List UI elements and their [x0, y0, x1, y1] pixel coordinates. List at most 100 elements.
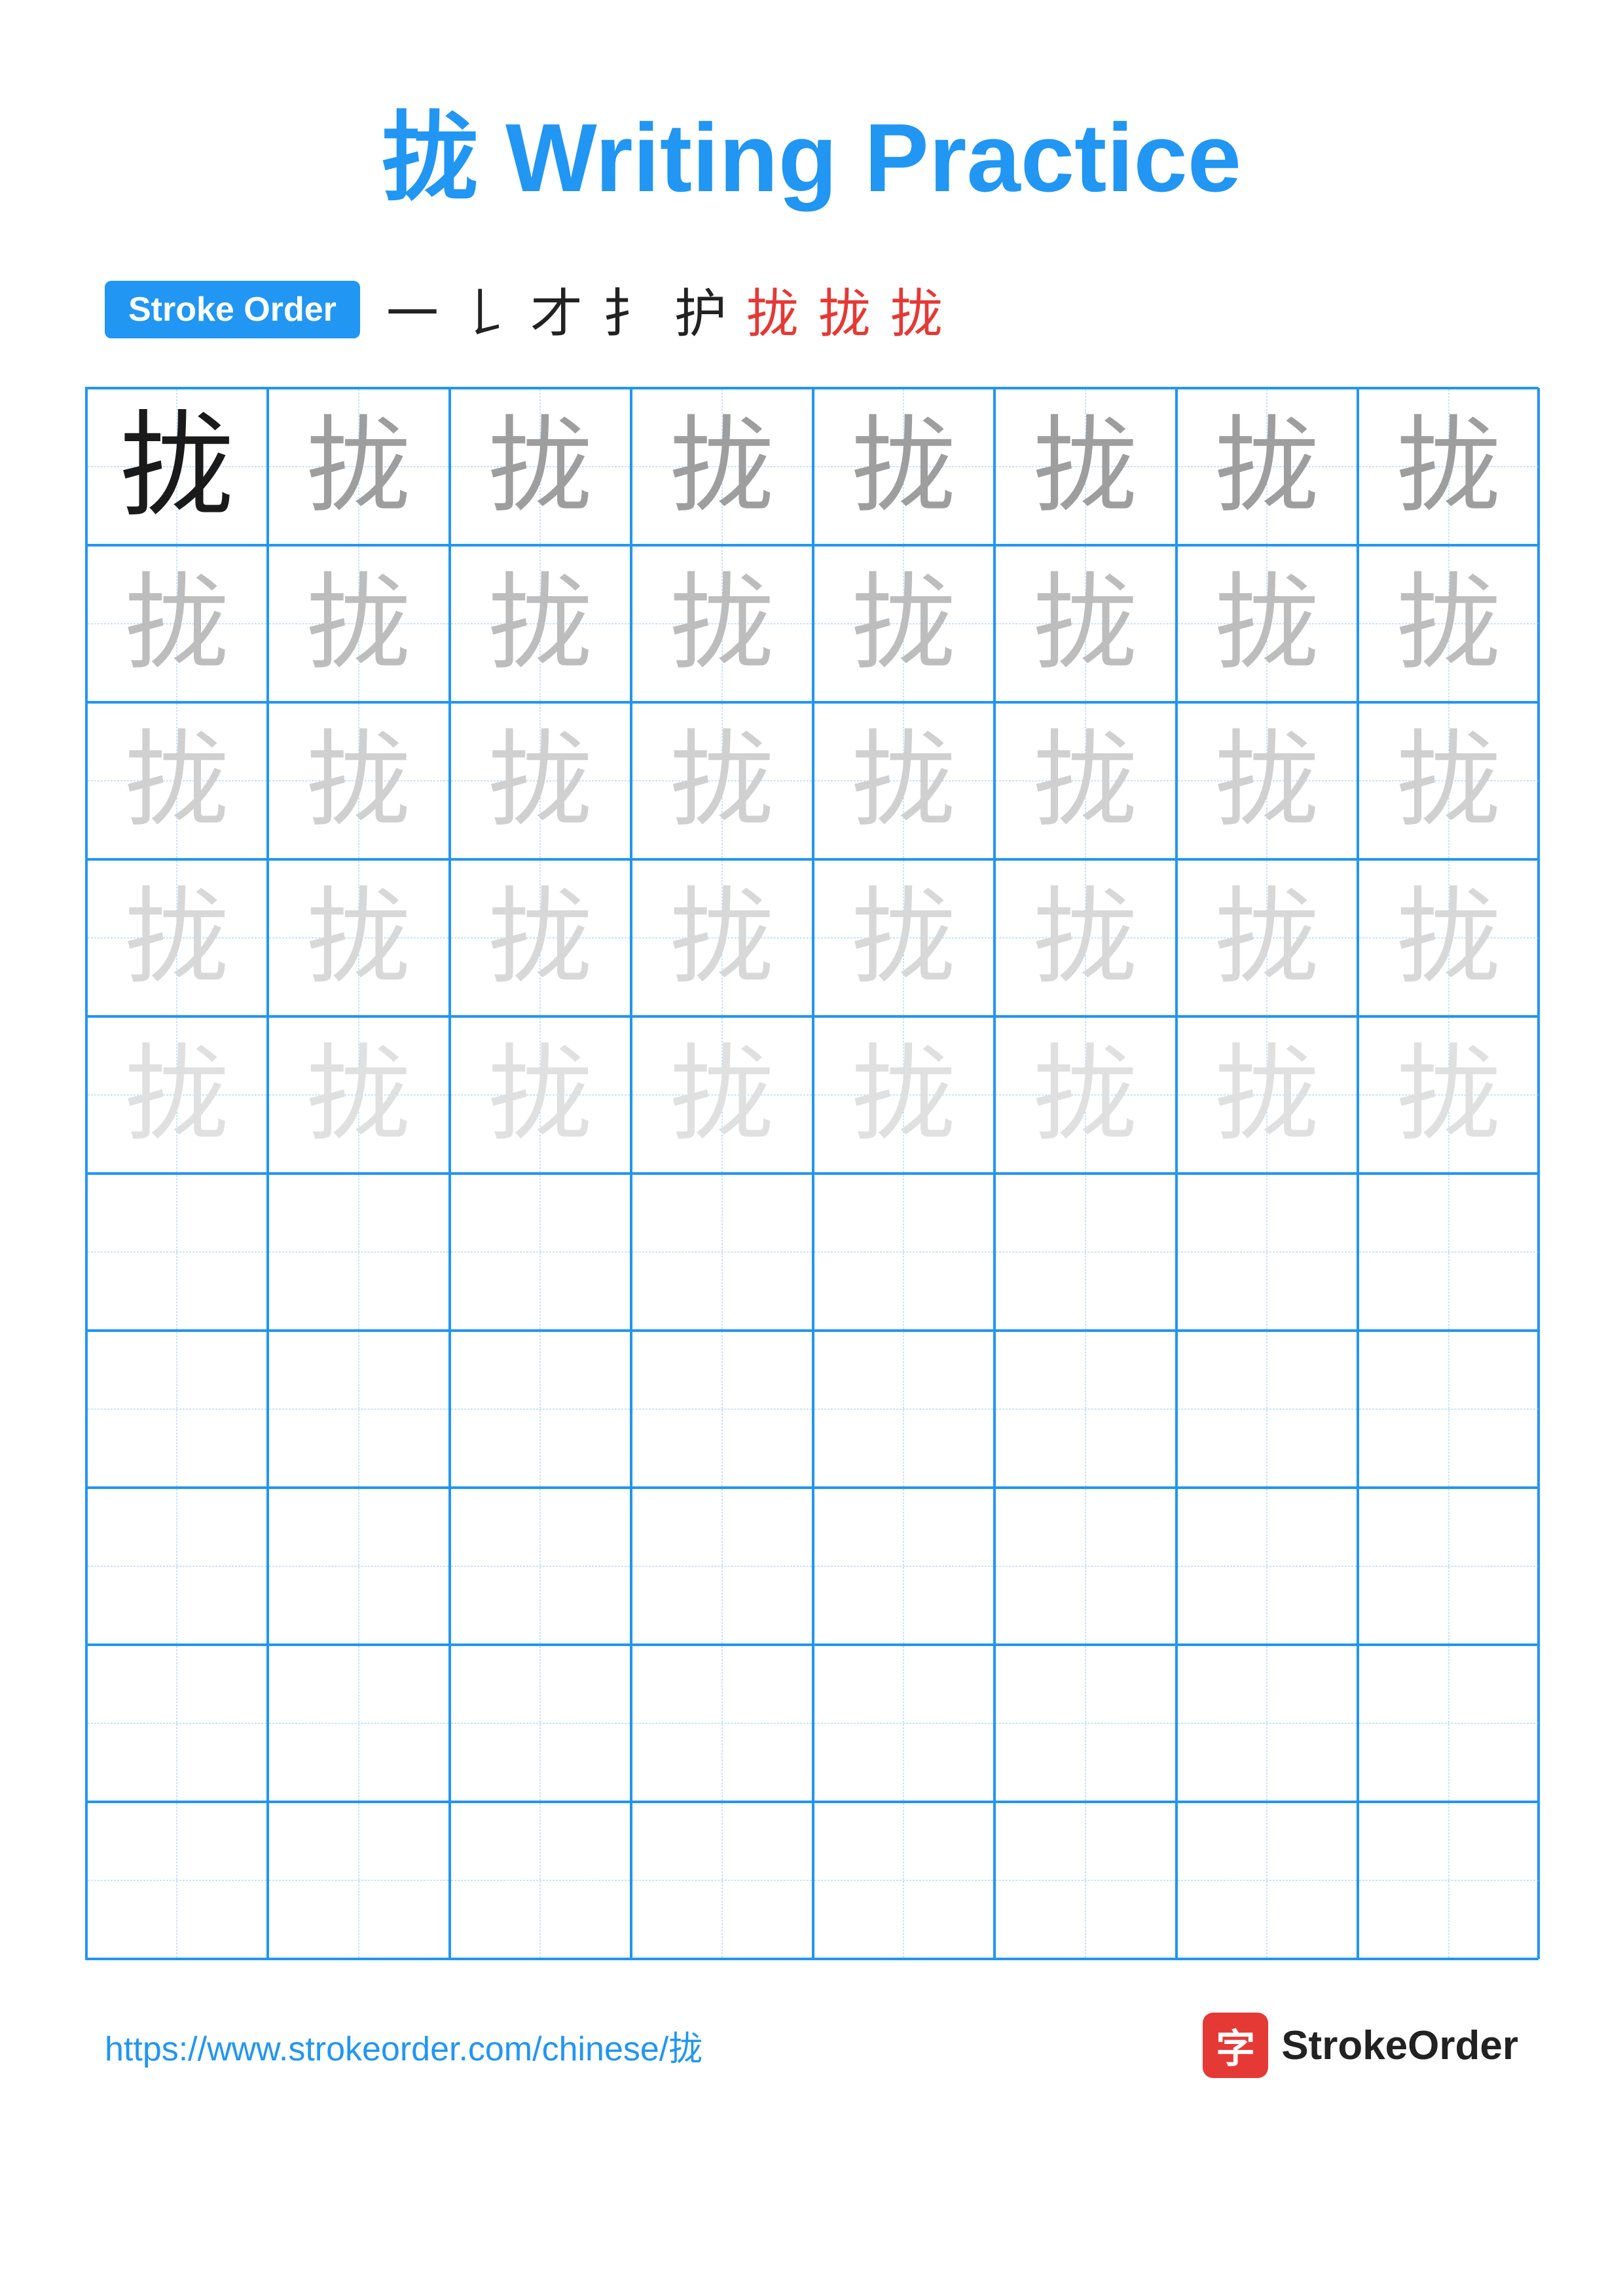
grid-cell[interactable]: 拢 [86, 1016, 268, 1174]
grid-cell[interactable]: 拢 [994, 1016, 1176, 1174]
grid-cell-empty[interactable] [1176, 1802, 1359, 1959]
grid-cell[interactable]: 拢 [450, 388, 632, 545]
grid-cell[interactable]: 拢 [813, 545, 995, 702]
grid-cell-empty[interactable] [1176, 1488, 1359, 1645]
grid-cell-empty[interactable] [994, 1645, 1176, 1802]
grid-cell-empty[interactable] [268, 1331, 450, 1488]
grid-cell-empty[interactable] [994, 1331, 1176, 1488]
grid-cell-empty[interactable] [450, 1174, 632, 1331]
grid-cell-empty[interactable] [813, 1174, 995, 1331]
grid-cell[interactable]: 拢 [450, 545, 632, 702]
char: 拢 [306, 414, 411, 519]
grid-cell-empty[interactable] [1358, 1488, 1540, 1645]
grid-cell[interactable]: 拢 [813, 388, 995, 545]
grid-cell-empty[interactable] [450, 1488, 632, 1645]
grid-cell-empty[interactable] [86, 1802, 268, 1959]
grid-cell-empty[interactable] [268, 1488, 450, 1645]
grid-cell[interactable]: 拢 [994, 702, 1176, 859]
grid-cell[interactable]: 拢 [86, 388, 268, 545]
char: 拢 [124, 571, 229, 676]
grid-cell-empty[interactable] [631, 1488, 813, 1645]
grid-cell[interactable]: 拢 [994, 388, 1176, 545]
grid-cell-empty[interactable] [631, 1802, 813, 1959]
grid-cell[interactable]: 拢 [813, 859, 995, 1016]
grid-cell[interactable]: 拢 [1358, 545, 1540, 702]
char: 拢 [1214, 571, 1319, 676]
stroke-step-6: 拢 [746, 272, 799, 348]
stroke-step-5: 护 [674, 272, 727, 348]
grid-cell-empty[interactable] [86, 1645, 268, 1802]
stroke-step-7: 拢 [818, 272, 871, 348]
grid-cell-empty[interactable] [1176, 1174, 1359, 1331]
grid-cell-empty[interactable] [994, 1174, 1176, 1331]
grid-cell-empty[interactable] [813, 1645, 995, 1802]
grid-cell-empty[interactable] [268, 1174, 450, 1331]
char: 拢 [1214, 414, 1319, 519]
grid-cell-empty[interactable] [268, 1802, 450, 1959]
grid-cell-empty[interactable] [268, 1645, 450, 1802]
char: 拢 [124, 1043, 229, 1147]
grid-cell[interactable]: 拢 [813, 1016, 995, 1174]
grid-cell[interactable]: 拢 [1176, 388, 1359, 545]
grid-cell-empty[interactable] [450, 1331, 632, 1488]
grid-cell[interactable]: 拢 [1358, 1016, 1540, 1174]
grid-cell[interactable]: 拢 [994, 545, 1176, 702]
grid-cell[interactable]: 拢 [268, 1016, 450, 1174]
grid-cell[interactable]: 拢 [450, 1016, 632, 1174]
grid-cell[interactable]: 拢 [268, 388, 450, 545]
grid-cell-empty[interactable] [994, 1488, 1176, 1645]
grid-cell-empty[interactable] [813, 1331, 995, 1488]
grid-cell-empty[interactable] [631, 1645, 813, 1802]
grid-cell-empty[interactable] [1176, 1645, 1359, 1802]
grid-cell[interactable]: 拢 [268, 859, 450, 1016]
grid-cell[interactable]: 拢 [450, 859, 632, 1016]
stroke-step-4: 扌 [602, 272, 655, 348]
stroke-step-8: 拢 [890, 272, 943, 348]
char: 拢 [306, 1043, 411, 1147]
grid-cell[interactable]: 拢 [86, 545, 268, 702]
char: 拢 [1396, 1043, 1501, 1147]
grid-cell[interactable]: 拢 [1358, 859, 1540, 1016]
grid-cell-empty[interactable] [86, 1174, 268, 1331]
grid-cell[interactable]: 拢 [631, 702, 813, 859]
footer-url[interactable]: https://www.strokeorder.com/chinese/拢 [105, 2021, 702, 2070]
grid-cell[interactable]: 拢 [631, 545, 813, 702]
char: 拢 [851, 414, 956, 519]
grid-cell-empty[interactable] [631, 1174, 813, 1331]
grid-cell[interactable]: 拢 [1176, 859, 1359, 1016]
grid-cell-empty[interactable] [1358, 1645, 1540, 1802]
grid-cell[interactable]: 拢 [631, 388, 813, 545]
grid-cell[interactable]: 拢 [86, 702, 268, 859]
grid-cell-empty[interactable] [994, 1802, 1176, 1959]
grid-cell[interactable]: 拢 [631, 1016, 813, 1174]
grid-cell[interactable]: 拢 [813, 702, 995, 859]
grid-cell[interactable]: 拢 [1358, 702, 1540, 859]
grid-cell[interactable]: 拢 [1176, 702, 1359, 859]
grid-cell-empty[interactable] [631, 1331, 813, 1488]
char: 拢 [306, 886, 411, 990]
grid-cell[interactable]: 拢 [268, 545, 450, 702]
char: 拢 [670, 728, 775, 833]
grid-cell-empty[interactable] [86, 1488, 268, 1645]
stroke-step-3: 才 [530, 272, 583, 348]
grid-cell[interactable]: 拢 [450, 702, 632, 859]
char: 拢 [851, 571, 956, 676]
grid-cell-empty[interactable] [86, 1331, 268, 1488]
grid-cell-empty[interactable] [450, 1802, 632, 1959]
grid-cell[interactable]: 拢 [1176, 1016, 1359, 1174]
grid-cell-empty[interactable] [1358, 1174, 1540, 1331]
grid-cell[interactable]: 拢 [1358, 388, 1540, 545]
grid-cell-empty[interactable] [813, 1802, 995, 1959]
grid-cell-empty[interactable] [813, 1488, 995, 1645]
grid-cell[interactable]: 拢 [86, 859, 268, 1016]
grid-cell-empty[interactable] [1358, 1331, 1540, 1488]
grid-cell[interactable]: 拢 [994, 859, 1176, 1016]
grid-cell[interactable]: 拢 [631, 859, 813, 1016]
grid-cell-empty[interactable] [450, 1645, 632, 1802]
grid-cell-empty[interactable] [1358, 1802, 1540, 1959]
grid-cell[interactable]: 拢 [268, 702, 450, 859]
footer-brand-name: StrokeOrder [1281, 2022, 1518, 2069]
practice-grid: 拢 拢 拢 拢 拢 拢 拢 拢 拢 拢 拢 [85, 387, 1539, 1960]
grid-cell[interactable]: 拢 [1176, 545, 1359, 702]
grid-cell-empty[interactable] [1176, 1331, 1359, 1488]
